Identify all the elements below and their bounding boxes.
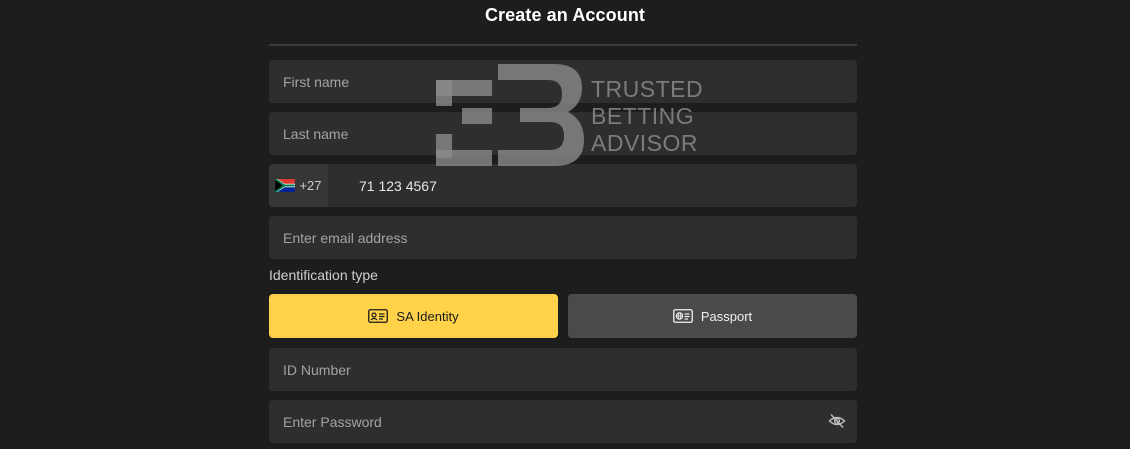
eye-slash-icon[interactable] xyxy=(828,413,846,429)
header-divider xyxy=(269,44,857,46)
phone-number-value: 71 123 4567 xyxy=(359,177,437,194)
page-title: Create an Account xyxy=(484,5,646,25)
id-card-icon xyxy=(368,309,389,323)
email-field[interactable]: Enter email address xyxy=(269,216,857,259)
identification-type-label: Identification type xyxy=(269,267,378,283)
id-number-placeholder: ID Number xyxy=(283,361,351,378)
last-name-placeholder: Last name xyxy=(283,125,349,142)
password-field[interactable]: Enter Password xyxy=(269,400,857,443)
sa-identity-button[interactable]: SA Identity xyxy=(269,294,558,338)
password-placeholder: Enter Password xyxy=(283,413,382,430)
passport-icon xyxy=(672,309,693,323)
country-code: +27 xyxy=(299,178,322,193)
south-africa-flag-icon xyxy=(275,179,296,192)
email-placeholder: Enter email address xyxy=(283,229,408,246)
sa-identity-label: SA Identity xyxy=(396,308,459,324)
create-account-page: Create an Account First name Last name +… xyxy=(0,0,1130,449)
first-name-placeholder: First name xyxy=(283,73,350,90)
id-number-field[interactable]: ID Number xyxy=(269,348,857,391)
first-name-field[interactable]: First name xyxy=(269,60,857,103)
passport-label: Passport xyxy=(700,308,753,324)
last-name-field[interactable]: Last name xyxy=(269,112,857,155)
phone-field[interactable]: +27 71 123 4567 xyxy=(269,164,857,207)
passport-button[interactable]: Passport xyxy=(568,294,857,338)
country-code-selector[interactable]: +27 xyxy=(269,164,328,207)
